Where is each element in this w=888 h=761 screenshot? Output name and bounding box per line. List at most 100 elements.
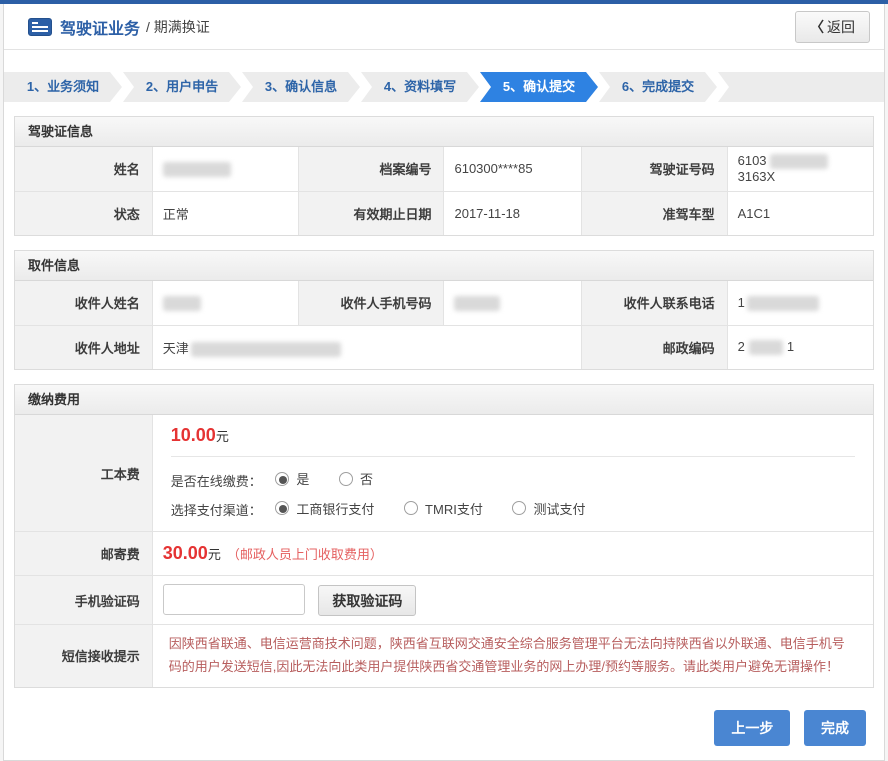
step-wizard: 1、业务须知 2、用户申告 3、确认信息 4、资料填写 5、确认提交 6、完成提… <box>4 72 884 102</box>
payment-table: 工本费 10.00元 是否在线缴费： 是 否 选择支付渠道： 工商银行支付 <box>15 415 873 687</box>
postage-fee-label: 邮寄费 <box>15 532 152 576</box>
name-value <box>152 147 298 191</box>
online-payment-yes-radio[interactable]: 是 <box>275 469 309 488</box>
license-no-label: 驾驶证号码 <box>581 147 727 191</box>
back-button-label: 返回 <box>827 19 855 35</box>
radio-circle-icon <box>404 501 418 515</box>
table-row: 收件人姓名 收件人手机号码 收件人联系电话 1 <box>15 281 873 325</box>
redacted-recipient-name <box>163 296 201 311</box>
redacted-recipient-mobile <box>454 296 500 311</box>
main-container: 驾驶证业务 / 期满换证 〈返回 1、业务须知 2、用户申告 3、确认信息 4、… <box>3 4 885 761</box>
postage-fee-amount: 30.00 <box>163 543 208 563</box>
status-label: 状态 <box>15 191 152 235</box>
online-payment-yes-label: 是 <box>296 469 309 488</box>
table-row: 状态 正常 有效期止日期 2017-11-18 准驾车型 A1C1 <box>15 191 873 235</box>
recipient-name-label: 收件人姓名 <box>15 281 152 325</box>
finish-button[interactable]: 完成 <box>804 710 866 746</box>
production-fee-unit: 元 <box>216 429 229 444</box>
postage-fee-cell: 30.00元 （邮政人员上门收取费用） <box>152 532 873 576</box>
online-payment-no-radio[interactable]: 否 <box>339 469 373 488</box>
table-row: 短信接收提示 因陕西省联通、电信运营商技术问题，陕西省互联网交通安全综合服务管理… <box>15 625 873 687</box>
step-3-confirm-info[interactable]: 3、确认信息 <box>242 72 360 102</box>
name-label: 姓名 <box>15 147 152 191</box>
section-license-info: 驾驶证信息 姓名 档案编号 610300****85 驾驶证号码 6103316… <box>14 116 874 236</box>
sms-notice-cell: 因陕西省联通、电信运营商技术问题，陕西省互联网交通安全综合服务管理平台无法向持陕… <box>152 625 873 687</box>
step-wizard-filler <box>718 72 884 102</box>
redacted-license-no <box>770 154 828 169</box>
channel-test-label: 测试支付 <box>533 499 585 518</box>
table-row: 姓名 档案编号 610300****85 驾驶证号码 61033163X <box>15 147 873 191</box>
redacted-recipient-address <box>191 342 341 357</box>
recipient-phone-prefix: 1 <box>738 295 745 310</box>
step-4-fill-data[interactable]: 4、资料填写 <box>361 72 479 102</box>
page-header: 驾驶证业务 / 期满换证 〈返回 <box>4 4 884 50</box>
postage-fee-unit: 元 <box>208 547 221 562</box>
channel-test-radio[interactable]: 测试支付 <box>512 499 585 518</box>
step-2-user-declaration[interactable]: 2、用户申告 <box>123 72 241 102</box>
production-fee-amount: 10.00 <box>171 425 216 445</box>
redacted-name <box>163 162 231 177</box>
online-payment-no-label: 否 <box>360 469 373 488</box>
step-6-complete-submit[interactable]: 6、完成提交 <box>599 72 717 102</box>
pickup-info-table: 收件人姓名 收件人手机号码 收件人联系电话 1 收件人地址 天津 邮政编码 21 <box>15 281 873 369</box>
license-info-table: 姓名 档案编号 610300****85 驾驶证号码 61033163X 状态 … <box>15 147 873 235</box>
captcha-label: 手机验证码 <box>15 576 152 625</box>
channel-icbc-label: 工商银行支付 <box>296 499 374 518</box>
footer-actions: 上一步 完成 <box>4 710 866 746</box>
file-no-value: 610300****85 <box>444 147 581 191</box>
sms-notice-text: 因陕西省联通、电信运营商技术问题，陕西省互联网交通安全综合服务管理平台无法向持陕… <box>163 629 863 683</box>
section-pickup-info: 取件信息 收件人姓名 收件人手机号码 收件人联系电话 1 收件人地址 天津 邮政… <box>14 250 874 370</box>
payment-channel-row: 选择支付渠道： 工商银行支付 TMRI支付 测试支付 <box>171 499 855 520</box>
table-row: 工本费 10.00元 是否在线缴费： 是 否 选择支付渠道： 工商银行支付 <box>15 415 873 532</box>
previous-step-button[interactable]: 上一步 <box>714 710 790 746</box>
recipient-mobile-value <box>444 281 581 325</box>
postcode-value: 21 <box>727 325 873 369</box>
license-no-value: 61033163X <box>727 147 873 191</box>
postcode-label: 邮政编码 <box>581 325 727 369</box>
recipient-name-value <box>152 281 298 325</box>
section-payment-fees: 缴纳费用 工本费 10.00元 是否在线缴费： 是 否 选择支付渠 <box>14 384 874 688</box>
radio-circle-icon <box>339 472 353 486</box>
postcode-prefix: 2 <box>738 339 745 354</box>
expiry-value: 2017-11-18 <box>444 191 581 235</box>
recipient-phone-value: 1 <box>727 281 873 325</box>
step-1-business-notice[interactable]: 1、业务须知 <box>4 72 122 102</box>
recipient-phone-label: 收件人联系电话 <box>581 281 727 325</box>
table-row: 邮寄费 30.00元 （邮政人员上门收取费用） <box>15 532 873 576</box>
channel-tmri-radio[interactable]: TMRI支付 <box>404 499 483 518</box>
file-no-label: 档案编号 <box>298 147 444 191</box>
recipient-mobile-label: 收件人手机号码 <box>298 281 444 325</box>
sms-notice-label: 短信接收提示 <box>15 625 152 687</box>
vehicle-class-label: 准驾车型 <box>581 191 727 235</box>
redacted-recipient-phone <box>747 296 819 311</box>
step-5-confirm-submit[interactable]: 5、确认提交 <box>480 72 598 102</box>
postcode-suffix: 1 <box>787 339 794 354</box>
section-license-info-title: 驾驶证信息 <box>15 117 873 147</box>
table-row: 收件人地址 天津 邮政编码 21 <box>15 325 873 369</box>
captcha-cell: 获取验证码 <box>152 576 873 625</box>
table-row: 手机验证码 获取验证码 <box>15 576 873 625</box>
radio-circle-icon <box>275 501 289 515</box>
recipient-address-value: 天津 <box>152 325 581 369</box>
vehicle-class-value: A1C1 <box>727 191 873 235</box>
back-button[interactable]: 〈返回 <box>795 11 870 43</box>
online-payment-label: 是否在线缴费： <box>171 474 262 489</box>
breadcrumb-current: / 期满换证 <box>146 17 210 37</box>
recipient-address-prefix: 天津 <box>163 341 189 356</box>
production-fee-label: 工本费 <box>15 415 152 532</box>
expiry-label: 有效期止日期 <box>298 191 444 235</box>
channel-icbc-radio[interactable]: 工商银行支付 <box>275 499 374 518</box>
production-fee-block: 10.00元 是否在线缴费： 是 否 选择支付渠道： 工商银行支付 TMRI支付… <box>163 419 863 527</box>
status-value: 正常 <box>152 191 298 235</box>
radio-circle-icon <box>275 472 289 486</box>
back-chevron-icon: 〈 <box>810 19 824 35</box>
page-title: 驾驶证业务 <box>60 15 140 39</box>
captcha-input[interactable] <box>163 584 305 615</box>
postage-fee-note: （邮政人员上门收取费用） <box>227 547 383 562</box>
get-captcha-button[interactable]: 获取验证码 <box>318 585 416 616</box>
fee-separator <box>171 456 855 457</box>
license-list-icon <box>28 18 52 36</box>
section-payment-fees-title: 缴纳费用 <box>15 385 873 415</box>
license-no-prefix: 6103 <box>738 153 767 168</box>
production-fee-cell: 10.00元 是否在线缴费： 是 否 选择支付渠道： 工商银行支付 TMRI支付… <box>152 415 873 532</box>
